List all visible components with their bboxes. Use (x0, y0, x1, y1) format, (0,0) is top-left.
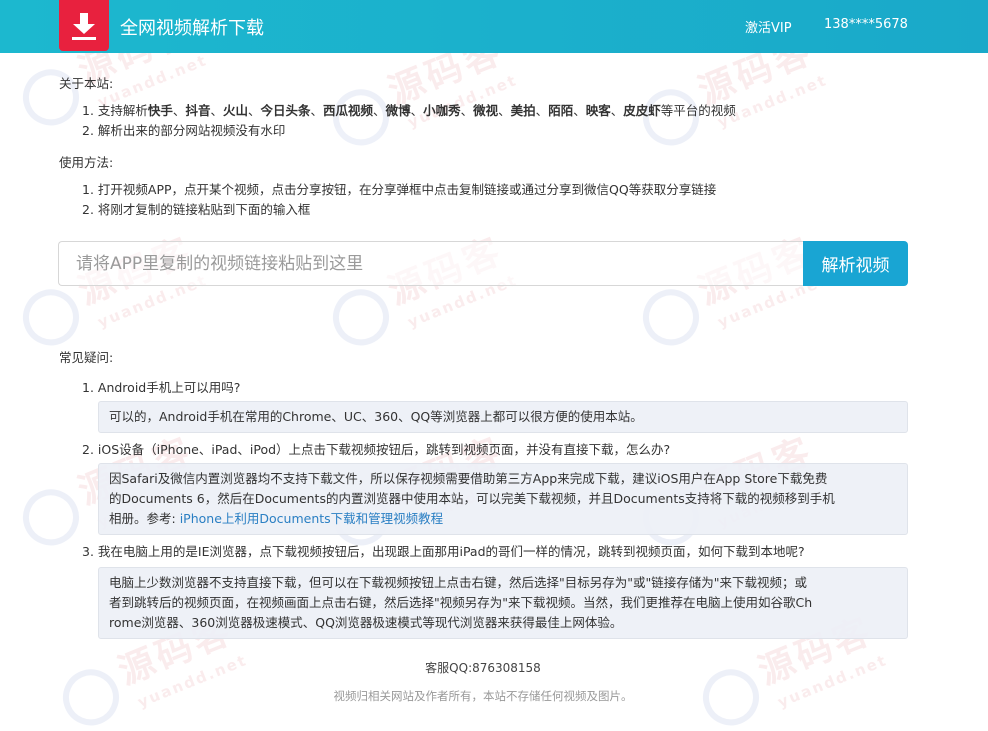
faq-question-2: 2. iOS设备（iPhone、iPad、iPod）上点击下载视频按钮后，跳转到… (82, 442, 671, 457)
copyright-note: 视频归相关网站及作者所有，本站不存储任何视频及图片。 (333, 689, 633, 703)
faq-answer-3: 电脑上少数浏览器不支持直接下载，但可以在下载视频按钮上点击右键，然后选择"目标另… (98, 567, 908, 639)
download-icon (72, 12, 96, 40)
main-content: 关于本站: 1. 支持解析快手、抖音、火山、今日头条、西瓜视频、微博、小咖秀、微… (0, 0, 988, 731)
parse-video-button[interactable]: 解析视频 (803, 241, 908, 286)
usage-item-2: 2. 将刚才复制的链接粘贴到下面的输入框 (82, 202, 311, 217)
faq-question-3: 3. 我在电脑上用的是IE浏览器，点下载视频按钮后，出现跟上面那用iPad的哥们… (82, 544, 805, 559)
faq-answer-2: 因Safari及微信内置浏览器均不支持下载文件，所以保存视频需要借助第三方App… (98, 463, 908, 535)
about-title: 关于本站: (59, 76, 114, 91)
customer-service-qq: 客服QQ:876308158 (425, 661, 541, 675)
faq-title: 常见疑问: (59, 350, 114, 365)
usage-title: 使用方法: (59, 155, 114, 170)
site-logo[interactable] (59, 0, 109, 51)
faq-answer-1: 可以的，Android手机在常用的Chrome、UC、360、QQ等浏览器上都可… (98, 401, 908, 433)
documents-tutorial-link[interactable]: iPhone上利用Documents下载和管理视频教程 (180, 511, 443, 526)
video-link-input[interactable] (58, 241, 804, 286)
about-item-2: 2. 解析出来的部分网站视频没有水印 (82, 123, 286, 138)
top-header: 全网视频解析下载 激活VIP 138****5678 (0, 0, 988, 53)
activate-vip-link[interactable]: 激活VIP (745, 17, 792, 36)
user-account-link[interactable]: 138****5678 (824, 17, 908, 32)
faq-question-1: 1. Android手机上可以用吗? (82, 380, 241, 395)
site-title: 全网视频解析下载 (120, 18, 264, 39)
usage-item-1: 1. 打开视频APP，点开某个视频，点击分享按钮，在分享弹框中点击复制链接或通过… (82, 182, 717, 197)
parse-form: 解析视频 (58, 241, 908, 286)
about-item-1: 1. 支持解析快手、抖音、火山、今日头条、西瓜视频、微博、小咖秀、微视、美拍、陌… (82, 103, 736, 118)
